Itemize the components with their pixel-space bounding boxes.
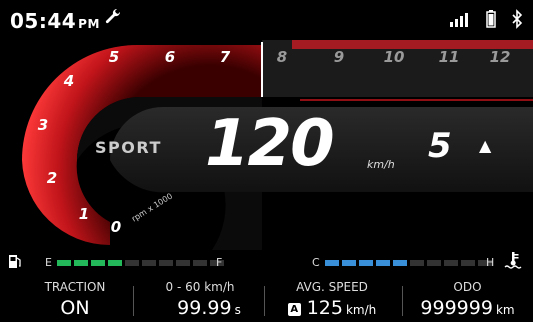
tach-tick-5: 5 (109, 48, 119, 66)
tach-tick-6: 6 (165, 48, 175, 66)
gauge-segment (125, 260, 139, 266)
coolant-temp-icon (504, 252, 522, 269)
gauge-segment (427, 260, 441, 266)
fuel-gauge (57, 260, 224, 266)
avg-speed-cell: AVG. SPEED A 125 km/h (268, 278, 396, 322)
info-divider (402, 286, 403, 316)
gauge-segment (74, 260, 88, 266)
temp-cold-label: C (312, 256, 320, 269)
gauge-segment (393, 260, 407, 266)
info-bar: TRACTION ON 0 - 60 km/h 99.99 s AVG. SPEE… (0, 278, 533, 322)
gauge-segment (57, 260, 71, 266)
clock-ampm: PM (78, 17, 100, 31)
temp-gauge (325, 260, 492, 266)
gauge-segment (193, 260, 207, 266)
gauge-segment (410, 260, 424, 266)
odometer-cell: ODO 999999 km (405, 278, 530, 322)
odometer-value: 999999 (420, 297, 493, 319)
traction-label: TRACTION (44, 280, 106, 294)
fuel-full-label: F (216, 256, 223, 269)
gauge-segment (376, 260, 390, 266)
traction-cell: TRACTION ON (20, 278, 130, 322)
avg-speed-value: 125 (306, 297, 343, 319)
ride-mode: SPORT (95, 138, 162, 157)
gauge-segment (108, 260, 122, 266)
signal-strength-icon (450, 13, 468, 27)
tach-tick-2: 2 (47, 169, 57, 187)
tach-tick-10: 10 (384, 48, 405, 66)
avg-speed-unit: km/h (345, 303, 377, 317)
temp-hot-label: H (486, 256, 495, 269)
battery-icon (486, 10, 496, 28)
avg-speed-label: AVG. SPEED (296, 280, 368, 294)
gauge-segment (359, 260, 373, 266)
info-divider (264, 286, 265, 316)
odometer-unit: km (495, 303, 515, 317)
gauge-segment (342, 260, 356, 266)
upshift-arrow-icon: ▲ (479, 136, 492, 155)
avg-speed-badge: A (287, 303, 301, 316)
status-bar: 05:44 PM (0, 0, 533, 40)
instrument-cluster: 0 1 2 3 4 5 6 7 8 9 10 11 12 05:44 PM SPORT 120 km/h … (0, 0, 533, 322)
acceleration-cell: 0 - 60 km/h 99.99 s (140, 278, 260, 322)
info-divider (133, 286, 134, 316)
tach-tick-12: 12 (490, 48, 511, 66)
tach-tick-4: 4 (63, 72, 74, 90)
gauge-segment (176, 260, 190, 266)
clock: 05:44 PM (10, 9, 100, 33)
gear-indicator: 5 (428, 126, 452, 166)
fuel-pump-icon (9, 255, 21, 268)
bluetooth-icon (512, 9, 523, 29)
gauge-segment (159, 260, 173, 266)
speed-unit: km/h (367, 158, 395, 171)
acceleration-label: 0 - 60 km/h (165, 280, 235, 294)
acceleration-value: 99.99 (177, 297, 232, 319)
acceleration-unit: s (234, 303, 241, 317)
clock-time: 05:44 (10, 9, 77, 33)
gauge-segment (142, 260, 156, 266)
tach-tick-0: 0 (111, 218, 121, 236)
gauge-segment (325, 260, 339, 266)
odometer-label: ODO (453, 280, 482, 294)
gauge-segment (91, 260, 105, 266)
fuel-empty-label: E (45, 256, 52, 269)
tach-tick-8: 8 (277, 48, 287, 66)
tach-tick-1: 1 (79, 205, 89, 223)
tach-tick-7: 7 (220, 48, 231, 66)
gauge-segment (461, 260, 475, 266)
gauge-segment (444, 260, 458, 266)
speed-readout: 120 (205, 107, 335, 181)
wrench-icon (105, 8, 121, 24)
tach-tick-11: 11 (439, 48, 460, 66)
traction-value: ON (60, 297, 90, 319)
tach-tick-3: 3 (38, 116, 48, 134)
tach-tick-9: 9 (334, 48, 344, 66)
